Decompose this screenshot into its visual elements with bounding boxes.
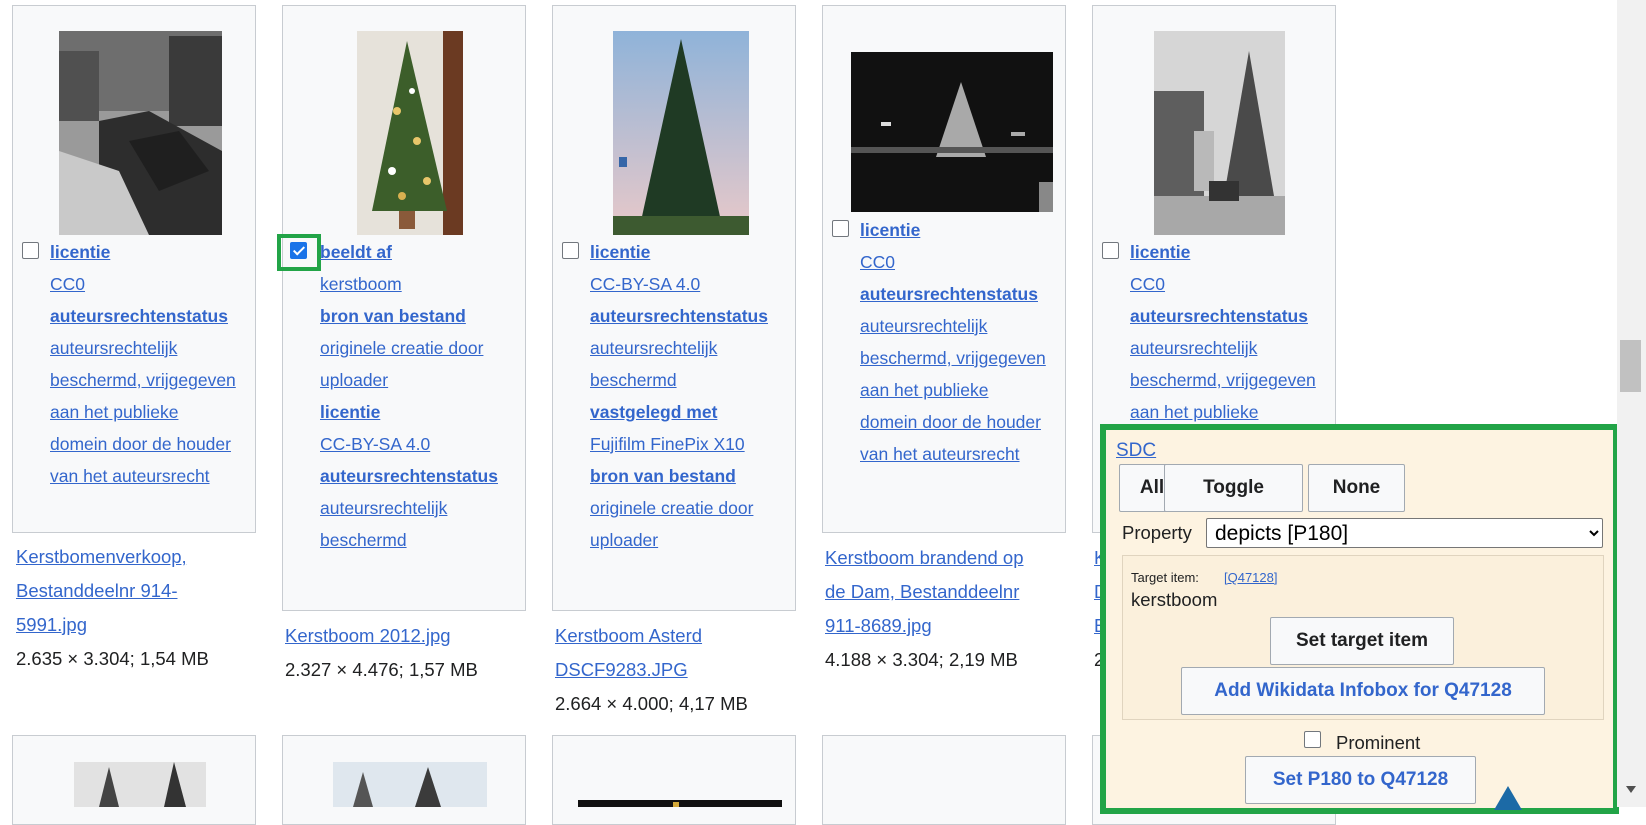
add-wikidata-infobox-button[interactable]: Add Wikidata Infobox for Q47128 [1181, 667, 1545, 715]
metadata-link[interactable]: auteursrechtelijk [50, 332, 270, 364]
file-size: 4.188 × 3.304; 2,19 MB [825, 649, 1018, 670]
metadata-link[interactable]: beeldt af [320, 236, 540, 268]
metadata-link[interactable]: originele creatie door [590, 492, 810, 524]
metadata-link[interactable]: auteursrechtelijk [860, 310, 1080, 342]
metadata-link[interactable]: auteursrechtenstatus [1130, 300, 1350, 332]
select-checkbox-1[interactable] [22, 242, 39, 259]
metadata-link[interactable]: auteursrechtelijk [1130, 332, 1350, 364]
gallery-tile-9 [822, 735, 1066, 825]
thumbnail-image-2[interactable] [357, 31, 463, 235]
file-link[interactable]: Kerstboom 2012.jpg [285, 619, 478, 653]
target-item-label: Target item: [1131, 570, 1199, 585]
select-checkbox-3[interactable] [562, 242, 579, 259]
metadata-link[interactable]: domein door de houder [50, 428, 270, 460]
metadata-link[interactable]: auteursrechtenstatus [590, 300, 810, 332]
metadata-link[interactable]: beschermd [590, 364, 810, 396]
metadata-link[interactable]: licentie [320, 396, 540, 428]
metadata-list-2: beeldt af kerstboom bron van bestand ori… [320, 236, 540, 556]
file-link[interactable]: de Dam, Bestanddeelnr [825, 575, 1024, 609]
metadata-link[interactable]: licentie [1130, 236, 1350, 268]
metadata-link[interactable]: Fujifilm FinePix X10 [590, 428, 810, 460]
metadata-link[interactable]: CC-BY-SA 4.0 [590, 268, 810, 300]
metadata-list-4: licentie CC0 auteursrechtenstatus auteur… [860, 214, 1080, 470]
scroll-down-arrow-icon[interactable] [1626, 786, 1636, 793]
property-select[interactable]: depicts [P180] [1206, 518, 1603, 548]
metadata-link[interactable]: domein door de houder [860, 406, 1080, 438]
select-checkbox-4[interactable] [832, 220, 849, 237]
toggle-button[interactable]: Toggle [1164, 464, 1303, 512]
metadata-link[interactable]: auteursrechtenstatus [50, 300, 270, 332]
metadata-link[interactable]: auteursrechtenstatus [860, 278, 1080, 310]
select-none-button[interactable]: None [1308, 464, 1405, 512]
metadata-link[interactable]: licentie [590, 236, 810, 268]
metadata-link[interactable]: auteursrechtelijk [320, 492, 540, 524]
metadata-link[interactable]: auteursrechtelijk [590, 332, 810, 364]
caption-4: Kerstboom brandend op de Dam, Bestanddee… [825, 541, 1024, 677]
select-checkbox-2[interactable] [290, 242, 307, 259]
metadata-link[interactable]: van het auteursrecht [860, 438, 1080, 470]
file-link[interactable]: Kerstboom Asterd [555, 619, 748, 653]
vertical-scrollbar[interactable] [1617, 0, 1646, 807]
thumbnail-image-1[interactable] [59, 31, 222, 235]
metadata-link[interactable]: licentie [860, 214, 1080, 246]
metadata-link[interactable]: CC0 [1130, 268, 1350, 300]
thumbnail-image-5[interactable] [1154, 31, 1285, 235]
thumbnail-image-6[interactable] [74, 762, 206, 807]
file-link[interactable]: DSCF9283.JPG [555, 653, 748, 687]
file-link[interactable]: Kerstboom brandend op [825, 541, 1024, 575]
metadata-link[interactable]: CC-BY-SA 4.0 [320, 428, 540, 460]
metadata-link[interactable]: kerstboom [320, 268, 540, 300]
metadata-link[interactable]: aan het publieke [860, 374, 1080, 406]
thumbnail-image-4[interactable] [851, 52, 1053, 212]
metadata-link[interactable]: CC0 [860, 246, 1080, 278]
thumbnail-image-8[interactable] [578, 797, 782, 807]
property-label: Property [1122, 522, 1192, 543]
metadata-list-1: licentie CC0 auteursrechtenstatus auteur… [50, 236, 270, 492]
metadata-link[interactable]: licentie [50, 236, 270, 268]
metadata-list-3: licentie CC-BY-SA 4.0 auteursrechtenstat… [590, 236, 810, 556]
file-link[interactable]: 5991.jpg [16, 608, 209, 642]
prominent-checkbox[interactable] [1304, 731, 1321, 748]
thumbnail-image-3[interactable] [613, 31, 749, 235]
caption-1: Kerstbomenverkoop, Bestanddeelnr 914- 59… [16, 540, 209, 676]
file-size: 2.664 × 4.000; 4,17 MB [555, 693, 748, 714]
caption-2: Kerstboom 2012.jpg 2.327 × 4.476; 1,57 M… [285, 619, 478, 687]
metadata-link[interactable]: beschermd, vrijgegeven [50, 364, 270, 396]
select-checkbox-5[interactable] [1102, 242, 1119, 259]
metadata-link[interactable]: beschermd [320, 524, 540, 556]
thumbnail-image-7[interactable] [333, 762, 487, 807]
file-size: 2.327 × 4.476; 1,57 MB [285, 659, 478, 680]
metadata-link[interactable]: vastgelegd met [590, 396, 810, 428]
metadata-link[interactable]: uploader [320, 364, 540, 396]
metadata-link[interactable]: aan het publieke [50, 396, 270, 428]
metadata-list-5: licentie CC0 auteursrechtenstatus auteur… [1130, 236, 1350, 428]
metadata-link[interactable]: originele creatie door [320, 332, 540, 364]
sdc-title-link[interactable]: SDC [1116, 440, 1156, 462]
cursor-pointer-icon [1494, 786, 1522, 810]
gallery-tile-8 [552, 735, 796, 825]
target-item-id-link[interactable]: [Q47128] [1224, 570, 1278, 585]
caption-3: Kerstboom Asterd DSCF9283.JPG 2.664 × 4.… [555, 619, 748, 721]
metadata-link[interactable]: uploader [590, 524, 810, 556]
metadata-link[interactable]: beschermd, vrijgegeven [860, 342, 1080, 374]
target-item-name: kerstboom [1131, 589, 1218, 610]
metadata-link[interactable]: van het auteursrecht [50, 460, 270, 492]
prominent-label: Prominent [1336, 732, 1421, 753]
file-link[interactable]: Bestanddeelnr 914- [16, 574, 209, 608]
scrollbar-thumb[interactable] [1620, 340, 1641, 392]
metadata-link[interactable]: bron van bestand [320, 300, 540, 332]
file-size: 2.635 × 3.304; 1,54 MB [16, 648, 209, 669]
metadata-link[interactable]: CC0 [50, 268, 270, 300]
metadata-link[interactable]: bron van bestand [590, 460, 810, 492]
set-target-item-button[interactable]: Set target item [1270, 617, 1454, 665]
file-link[interactable]: 911-8689.jpg [825, 609, 1024, 643]
metadata-link[interactable]: auteursrechtenstatus [320, 460, 540, 492]
set-property-button[interactable]: Set P180 to Q47128 [1245, 756, 1476, 804]
file-link[interactable]: Kerstbomenverkoop, [16, 540, 209, 574]
metadata-link[interactable]: beschermd, vrijgegeven [1130, 364, 1350, 396]
